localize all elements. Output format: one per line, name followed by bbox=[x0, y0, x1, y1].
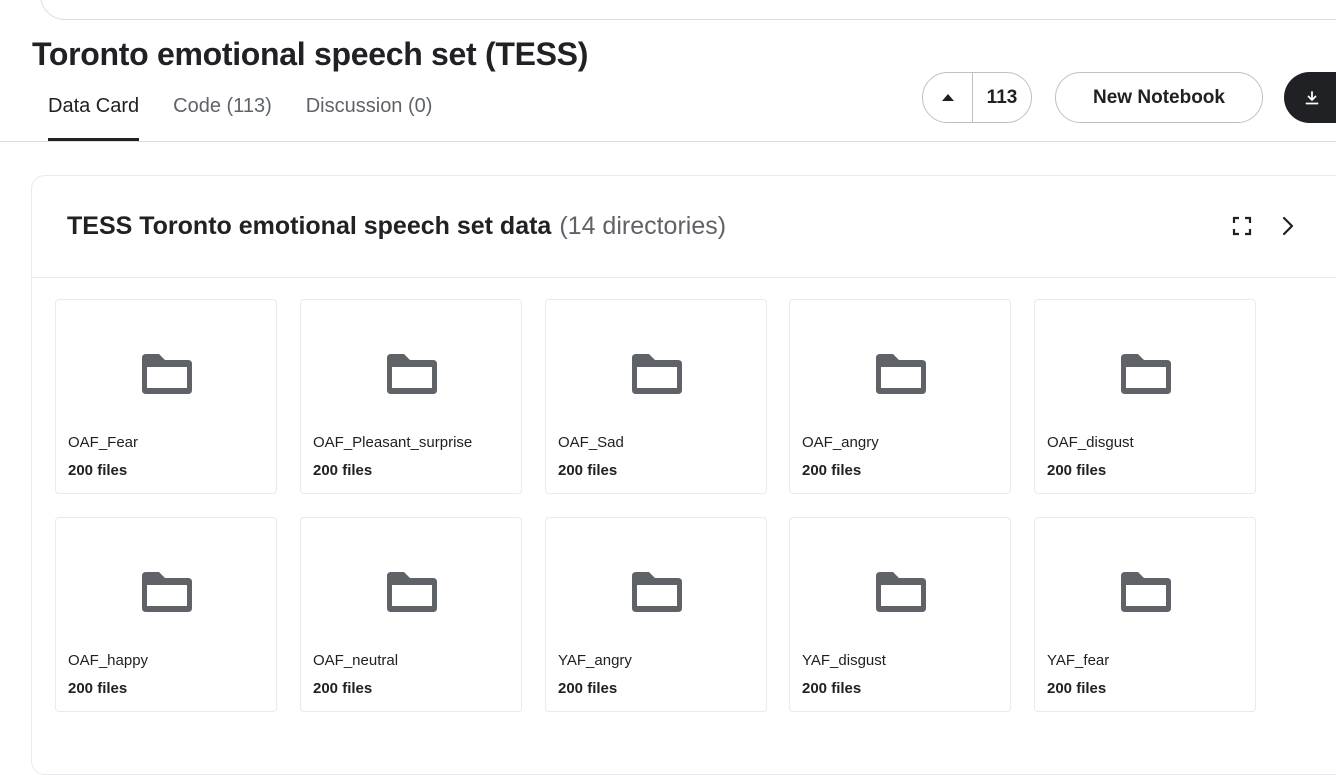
folder-file-count: 200 files bbox=[558, 680, 618, 697]
upvote-arrow-icon bbox=[941, 94, 954, 101]
folder-name: OAF_Pleasant_surprise bbox=[313, 434, 473, 451]
tab-code[interactable]: Code (113) bbox=[173, 92, 272, 141]
tab-bar: Data Card Code (113) Discussion (0) bbox=[48, 92, 466, 142]
search-bar[interactable] bbox=[40, 0, 1336, 20]
folder-file-count: 200 files bbox=[802, 680, 862, 697]
folder-tile[interactable]: OAF_angry 200 files bbox=[789, 299, 1011, 494]
folder-name: OAF_Sad bbox=[558, 434, 624, 451]
chevron-right-icon[interactable] bbox=[1280, 214, 1296, 238]
folder-file-count: 200 files bbox=[1047, 462, 1107, 479]
folder-icon bbox=[1121, 354, 1171, 394]
data-explorer-header: TESS Toronto emotional speech set data (1… bbox=[32, 176, 1336, 278]
folder-file-count: 200 files bbox=[802, 462, 862, 479]
folder-icon bbox=[142, 354, 192, 394]
folder-name: OAF_happy bbox=[68, 652, 149, 669]
tab-data-card[interactable]: Data Card bbox=[48, 92, 140, 141]
folder-tile[interactable]: YAF_angry 200 files bbox=[545, 517, 767, 712]
folder-tile[interactable]: OAF_Sad 200 files bbox=[545, 299, 767, 494]
folder-tile[interactable]: OAF_neutral 200 files bbox=[300, 517, 522, 712]
folder-name: YAF_fear bbox=[1047, 652, 1110, 669]
folder-icon bbox=[632, 354, 682, 394]
folder-icon bbox=[1121, 572, 1171, 612]
fullscreen-icon[interactable] bbox=[1232, 216, 1252, 236]
vote-count: 113 bbox=[986, 86, 1018, 108]
folder-tile[interactable]: OAF_Fear 200 files bbox=[55, 299, 277, 494]
folder-file-count: 200 files bbox=[68, 680, 128, 697]
data-explorer-title: TESS Toronto emotional speech set data (1… bbox=[67, 212, 726, 241]
upvote-widget: 113 bbox=[922, 72, 1032, 123]
folder-icon bbox=[876, 572, 926, 612]
folder-file-count: 200 files bbox=[313, 462, 373, 479]
download-button[interactable] bbox=[1284, 72, 1336, 123]
folder-file-count: 200 files bbox=[313, 680, 373, 697]
folder-name: OAF_Fear bbox=[68, 434, 139, 451]
folder-file-count: 200 files bbox=[68, 462, 128, 479]
folder-icon bbox=[387, 354, 437, 394]
tabs-divider bbox=[0, 141, 1336, 142]
folder-tile[interactable]: YAF_disgust 200 files bbox=[789, 517, 1011, 712]
upvote-button[interactable] bbox=[923, 73, 973, 122]
folder-icon bbox=[142, 572, 192, 612]
dataset-title: Toronto emotional speech set (TESS) bbox=[32, 36, 589, 72]
folder-name: OAF_neutral bbox=[313, 652, 399, 669]
folder-tile[interactable]: OAF_happy 200 files bbox=[55, 517, 277, 712]
folder-tile[interactable]: OAF_Pleasant_surprise 200 files bbox=[300, 299, 522, 494]
folder-tile[interactable]: OAF_disgust 200 files bbox=[1034, 299, 1256, 494]
data-explorer-title-text: TESS Toronto emotional speech set data bbox=[67, 212, 552, 240]
folder-icon bbox=[387, 572, 437, 612]
directory-count: (14 directories) bbox=[559, 212, 727, 240]
folder-file-count: 200 files bbox=[1047, 680, 1107, 697]
folder-icon bbox=[632, 572, 682, 612]
folder-name: YAF_disgust bbox=[802, 652, 886, 669]
folder-name: YAF_angry bbox=[558, 652, 632, 669]
download-icon bbox=[1305, 90, 1319, 104]
folder-name: OAF_angry bbox=[802, 434, 879, 451]
folder-icon bbox=[876, 354, 926, 394]
tab-discussion[interactable]: Discussion (0) bbox=[306, 92, 433, 141]
new-notebook-button[interactable]: New Notebook bbox=[1055, 72, 1263, 123]
folder-tile[interactable]: YAF_fear 200 files bbox=[1034, 517, 1256, 712]
folder-name: OAF_disgust bbox=[1047, 434, 1134, 451]
folder-file-count: 200 files bbox=[558, 462, 618, 479]
